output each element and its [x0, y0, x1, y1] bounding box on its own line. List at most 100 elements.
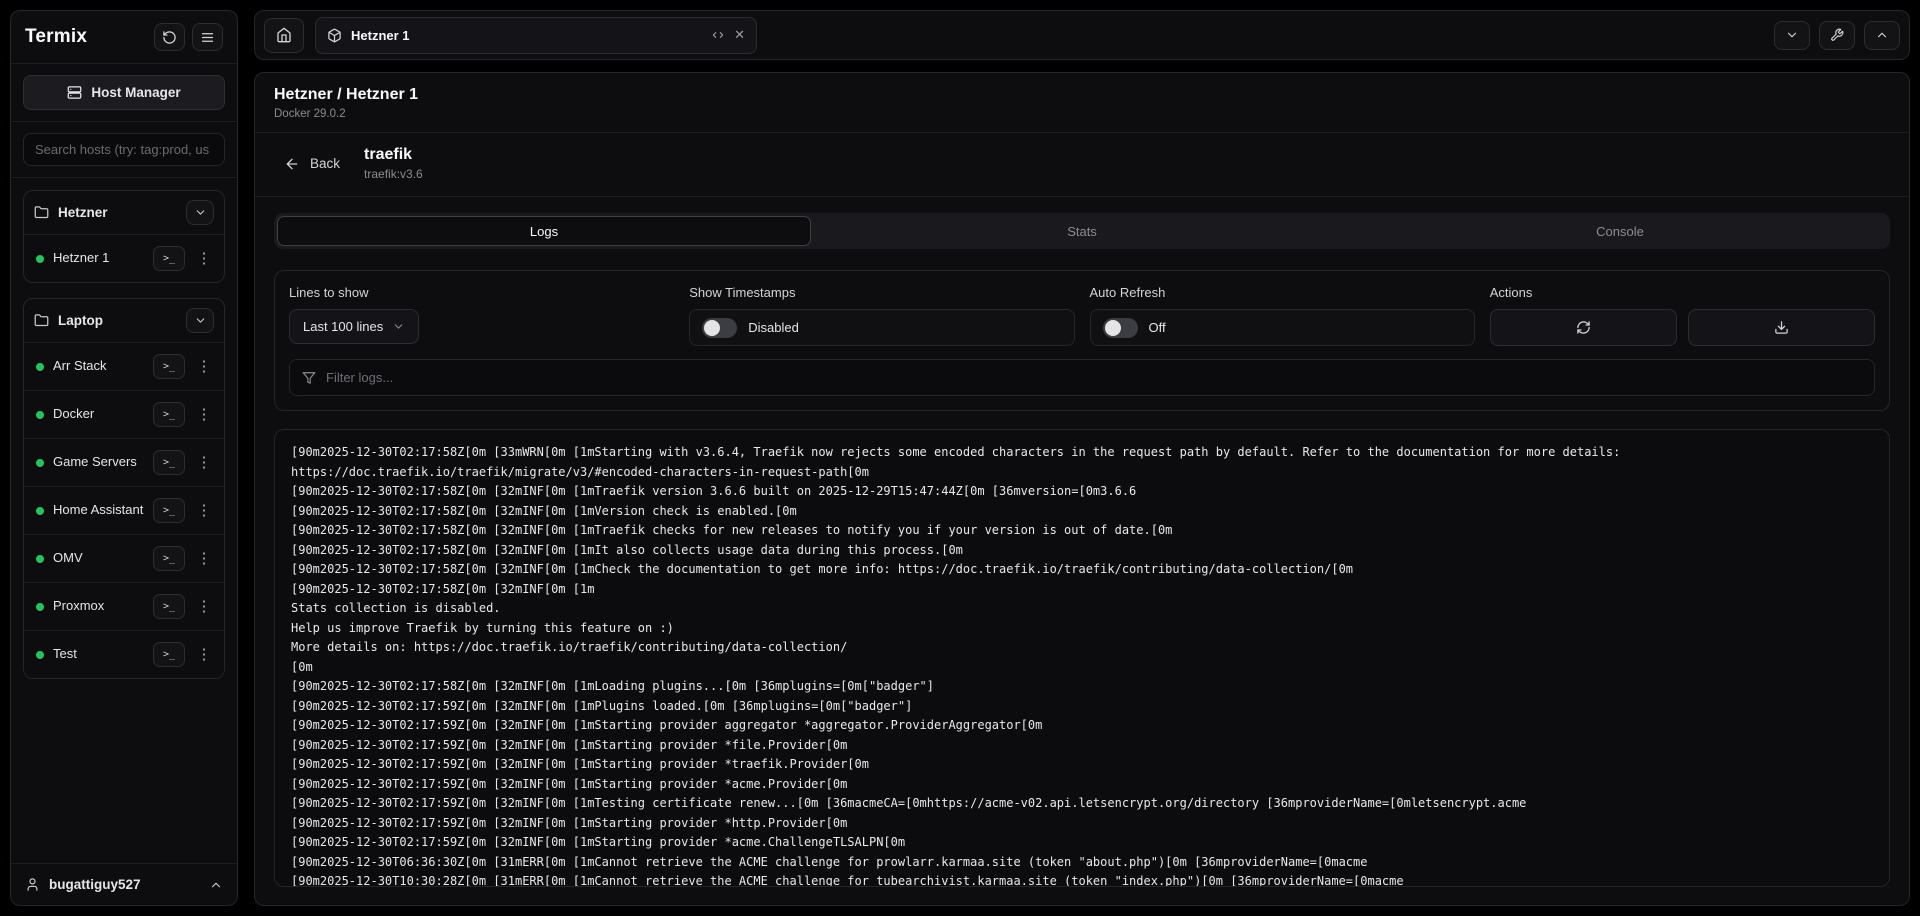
- container-header: Back traefik traefik:v3.6: [255, 133, 1909, 197]
- user-menu-collapse-button[interactable]: [209, 878, 223, 892]
- tab-stats[interactable]: Stats: [815, 216, 1349, 246]
- page-title: Hetzner / Hetzner 1: [274, 86, 1890, 104]
- terminal-button[interactable]: >_: [153, 594, 185, 619]
- host-row[interactable]: Game Servers >_ ⋮: [24, 438, 224, 486]
- terminal-button[interactable]: >_: [153, 402, 185, 427]
- host-group-hetzner: Hetzner Hetzner 1 >_ ⋮: [23, 190, 225, 283]
- group-host-list: Arr Stack >_ ⋮ Docker >_ ⋮: [24, 342, 224, 678]
- group-header[interactable]: Laptop: [24, 299, 224, 342]
- auto-refresh-label: Auto Refresh: [1090, 285, 1475, 300]
- download-logs-button[interactable]: [1688, 309, 1875, 346]
- host-name: Docker: [53, 406, 144, 423]
- panel-collapse-button[interactable]: [1774, 21, 1810, 50]
- host-menu-button[interactable]: ⋮: [194, 594, 214, 619]
- tab-logs[interactable]: Logs: [277, 216, 811, 246]
- host-menu-button[interactable]: ⋮: [194, 354, 214, 379]
- terminal-button[interactable]: >_: [153, 498, 185, 523]
- close-tab-button[interactable]: ✕: [734, 27, 745, 43]
- container-title-block: traefik traefik:v3.6: [364, 146, 423, 181]
- home-icon: [276, 27, 292, 43]
- host-menu-button[interactable]: ⋮: [194, 498, 214, 523]
- group-collapse-button[interactable]: [186, 308, 214, 333]
- host-name: Arr Stack: [53, 358, 144, 375]
- panel-expand-button[interactable]: [1864, 21, 1900, 50]
- filter-input[interactable]: [326, 370, 1862, 385]
- host-name: Proxmox: [53, 598, 144, 615]
- host-group-laptop: Laptop Arr Stack >_ ⋮: [23, 298, 225, 679]
- log-line: [90m2025-12-30T02:17:58Z[0m [32mINF[0m […: [291, 560, 1873, 580]
- tab-title: Hetzner 1: [351, 28, 702, 43]
- sidebar-menu-button[interactable]: [192, 23, 223, 51]
- wrench-icon: [1830, 28, 1844, 42]
- host-row[interactable]: Proxmox >_ ⋮: [24, 582, 224, 630]
- tab-console[interactable]: Console: [1353, 216, 1887, 246]
- log-output[interactable]: [90m2025-12-30T02:17:58Z[0m [33mWRN[0m […: [274, 429, 1890, 887]
- lines-select[interactable]: Last 100 lines: [289, 309, 419, 344]
- auto-refresh-state: Off: [1149, 320, 1166, 335]
- log-line: [90m2025-12-30T02:17:58Z[0m [32mINF[0m […: [291, 521, 1873, 541]
- chevron-down-icon: [194, 314, 207, 327]
- host-row[interactable]: Hetzner 1 >_ ⋮: [24, 234, 224, 282]
- log-line: [90m2025-12-30T02:17:59Z[0m [32mINF[0m […: [291, 716, 1873, 736]
- app-root: Termix Host Manager: [0, 0, 1920, 916]
- chevron-down-icon: [194, 206, 207, 219]
- timestamps-toggle[interactable]: [702, 318, 737, 338]
- log-line: More details on: https://doc.traefik.io/…: [291, 638, 1873, 658]
- search-input[interactable]: [23, 133, 225, 166]
- tab-hetzner-1[interactable]: Hetzner 1 ✕: [315, 17, 757, 54]
- host-row[interactable]: Home Assistant >_ ⋮: [24, 486, 224, 534]
- log-line: [90m2025-12-30T02:17:58Z[0m [32mINF[0m […: [291, 502, 1873, 522]
- log-line: [90m2025-12-30T02:17:58Z[0m [32mINF[0m […: [291, 580, 1873, 600]
- terminal-button[interactable]: >_: [153, 246, 185, 271]
- host-name: Hetzner 1: [53, 250, 144, 267]
- tools-button[interactable]: [1819, 21, 1855, 50]
- main-panel: Hetzner / Hetzner 1 Docker 29.0.2 Back t…: [254, 72, 1910, 906]
- tab-bar-actions: [1774, 21, 1900, 50]
- lines-label: Lines to show: [289, 285, 674, 300]
- split-view-button[interactable]: [711, 28, 725, 42]
- arrow-left-icon: [284, 156, 300, 172]
- host-menu-button[interactable]: ⋮: [194, 642, 214, 667]
- terminal-button[interactable]: >_: [153, 450, 185, 475]
- auto-refresh-toggle[interactable]: [1103, 318, 1138, 338]
- host-menu-button[interactable]: ⋮: [194, 246, 214, 271]
- log-line: Stats collection is disabled.: [291, 599, 1873, 619]
- host-name: Test: [53, 646, 144, 663]
- home-button[interactable]: [264, 18, 304, 53]
- host-row[interactable]: Arr Stack >_ ⋮: [24, 342, 224, 390]
- host-menu-button[interactable]: ⋮: [194, 546, 214, 571]
- host-row[interactable]: Docker >_ ⋮: [24, 390, 224, 438]
- chevron-up-icon: [209, 878, 223, 892]
- log-line: [90m2025-12-30T02:17:59Z[0m [32mINF[0m […: [291, 736, 1873, 756]
- group-header[interactable]: Hetzner: [24, 191, 224, 234]
- log-line: [90m2025-12-30T02:17:59Z[0m [32mINF[0m […: [291, 794, 1873, 814]
- host-menu-button[interactable]: ⋮: [194, 402, 214, 427]
- lines-control: Lines to show Last 100 lines: [289, 285, 674, 346]
- sidebar: Termix Host Manager: [10, 10, 238, 906]
- group-label: Laptop: [58, 313, 177, 328]
- lines-select-value: Last 100 lines: [303, 319, 383, 334]
- host-menu-button[interactable]: ⋮: [194, 450, 214, 475]
- view-tabs: Logs Stats Console: [274, 213, 1890, 249]
- terminal-button[interactable]: >_: [153, 546, 185, 571]
- status-online-dot: [36, 459, 44, 467]
- host-row[interactable]: OMV >_ ⋮: [24, 534, 224, 582]
- split-pane-icon: [711, 28, 725, 42]
- actions-control: Actions: [1490, 285, 1875, 346]
- refresh-logs-button[interactable]: [1490, 309, 1677, 346]
- chevron-up-icon: [1875, 28, 1889, 42]
- terminal-button[interactable]: >_: [153, 642, 185, 667]
- refresh-hosts-button[interactable]: [154, 23, 185, 51]
- host-name: OMV: [53, 550, 144, 567]
- log-line: [90m2025-12-30T02:17:59Z[0m [32mINF[0m […: [291, 833, 1873, 853]
- group-collapse-button[interactable]: [186, 200, 214, 225]
- host-manager-button[interactable]: Host Manager: [23, 75, 225, 110]
- back-button[interactable]: Back: [274, 156, 340, 172]
- actions-label: Actions: [1490, 285, 1875, 300]
- sidebar-footer[interactable]: bugattiguy527: [11, 863, 237, 905]
- log-line: [0m: [291, 658, 1873, 678]
- host-row[interactable]: Test >_ ⋮: [24, 630, 224, 678]
- log-line: [90m2025-12-30T02:17:59Z[0m [32mINF[0m […: [291, 755, 1873, 775]
- sidebar-header-actions: [154, 23, 223, 51]
- terminal-button[interactable]: >_: [153, 354, 185, 379]
